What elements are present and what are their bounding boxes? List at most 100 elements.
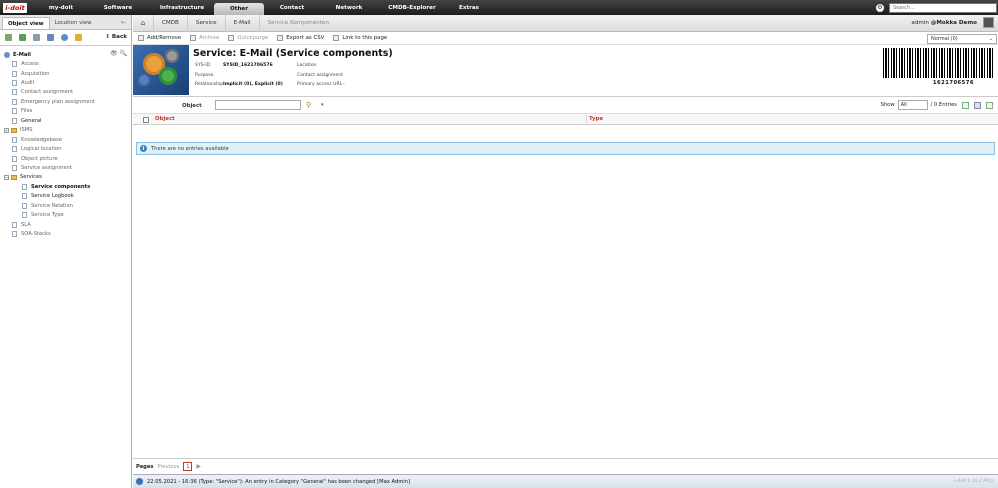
tree-item-knowledgebase[interactable]: Knowledgebase [0,135,131,144]
nav-network[interactable]: Network [320,0,378,15]
export-excel-icon[interactable] [962,101,969,109]
breadcrumb-e-mail[interactable]: E-Mail [224,14,259,32]
previous-link[interactable]: Previous [157,464,179,470]
nav-infrastructure[interactable]: Infrastructure [150,0,214,15]
home-icon[interactable]: ⌂ [133,19,153,27]
tree-item-service-logbook[interactable]: Service Logbook [0,192,131,201]
top-navigation-bar: i-doit my-doit Software Infrastructure Othe… [0,0,998,15]
tree-item-audit[interactable]: Audit [0,78,131,87]
tree-item-access[interactable]: Access [0,59,131,68]
add-remove-button[interactable]: Add/Remove [138,35,181,41]
tree-icon[interactable] [5,34,12,41]
folder-icon [11,127,17,133]
nav-cmdb-explorer[interactable]: CMDB-Explorer [378,0,446,15]
collapse-sidebar-icon[interactable]: ⇤ [121,19,126,26]
action-label: Add/Remove [147,35,182,41]
action-label: Quickpurge [237,35,269,41]
tab-location-view[interactable]: Location view [50,17,97,29]
link-to-this-page-button[interactable]: Link to this page [333,35,387,41]
entries-count: / 0 Entries [930,102,957,108]
next-page-icon[interactable]: ▶ [196,463,201,470]
page-icon [12,61,17,68]
tree-item-service-components[interactable]: Service components [0,182,131,191]
expand-icon[interactable]: + [4,127,9,133]
export-as-csv-button[interactable]: Export as CSV [277,35,324,41]
contact-label: Contact assignment [297,73,344,78]
filter-options-icon[interactable]: ▾ [321,102,324,108]
url-value[interactable]: - [343,82,345,87]
tree-item-sla[interactable]: SLA [0,220,131,229]
breadcrumb-service-komponenten[interactable]: Service Komponenten [258,14,337,32]
page-icon [12,221,17,228]
sysid-value: SYSID_1621706576 [223,63,273,68]
magnifier-icon[interactable]: 🔍 [120,50,127,57]
breadcrumb-service[interactable]: Service [186,14,225,32]
tree-item-emergency-plan-assignment[interactable]: Emergency plan assignment [0,97,131,106]
tree-item-contact-assignment[interactable]: Contact assignment [0,88,131,97]
tree-item-label: General [21,117,42,124]
settings-gear-icon[interactable]: ⚙ [876,3,884,12]
tree-item-object-picture[interactable]: Object picture [0,154,131,163]
list-icon[interactable] [33,34,40,41]
global-search-input[interactable] [889,2,997,13]
tree-item-logical-location[interactable]: Logical location [0,144,131,153]
tree-item-isms[interactable]: + ISMS [0,126,131,135]
nav-extras[interactable]: Extras [446,0,492,15]
avatar[interactable] [983,17,994,28]
nav-software[interactable]: Software [86,0,150,15]
object-picture[interactable] [133,45,189,95]
page-1-button[interactable]: 1 [183,462,193,471]
expand-icon[interactable] [19,34,26,41]
search-icon[interactable]: ⚲ [306,101,311,109]
view-mode-select[interactable]: Normal (0) ⌄ [927,34,997,44]
select-all-checkbox[interactable] [143,117,149,123]
page-icon [12,80,17,87]
nav-other[interactable]: Other [214,3,264,15]
tree-item-label: Service assignment [21,164,72,171]
tab-object-view[interactable]: Object view [2,17,50,29]
page-icon [12,146,17,153]
url-label: Primary access URL [297,82,343,87]
tree-item-general[interactable]: General [0,116,131,125]
main-menu: my-doit Software Infrastructure Other Contac… [36,0,492,15]
show-select[interactable]: All [897,100,928,110]
tree-item-acquisition[interactable]: Acquisition [0,69,131,78]
book-icon[interactable] [47,34,54,41]
tree-item-label: Knowledgebase [21,136,62,143]
export-as-csv-icon [277,35,284,41]
tree-item-service-type[interactable]: Service Type [0,210,131,219]
page-icon [12,136,17,143]
idoit-logo[interactable]: i-doit [0,0,30,15]
quickpurge-button[interactable]: Quickpurge [228,35,268,41]
export-list-icon[interactable] [974,101,981,109]
nav-contact[interactable]: Contact [264,0,320,15]
back-button[interactable]: ⬆ Back [105,34,127,40]
tree-item-label: Contact assignment [21,89,74,96]
eye-icon[interactable]: 👁 [110,50,118,57]
tenant-name[interactable]: @Mokka Demo [931,20,977,26]
export-csv-icon[interactable] [986,101,993,109]
username[interactable]: admin [911,20,929,26]
status-info-icon [136,478,143,485]
breadcrumb-cmdb[interactable]: CMDB [153,14,187,32]
tree-item-services[interactable]: − Services [0,173,131,182]
tree-item-label: Files [21,108,33,115]
archive-button[interactable]: Archive [190,35,219,41]
collapse-icon[interactable]: − [4,174,9,180]
column-type[interactable]: Type [589,116,603,122]
tree-item-service-assignment[interactable]: Service assignment [0,163,131,172]
status-bar: 22.05.2021 - 16:36 (Type: "Service"): An… [133,474,998,488]
sidebar-tabs: Object view Location view ⇤ [0,15,131,30]
object-filter-input[interactable] [215,100,301,110]
tree-item-soa-stacks[interactable]: SOA-Stacks [0,229,131,238]
tree-item-service-relation[interactable]: Service Relation [0,201,131,210]
column-object[interactable]: Object [155,116,175,122]
nav-my-doit[interactable]: my-doit [36,0,86,15]
page-icon [12,164,17,171]
lock-icon[interactable] [75,34,82,41]
table-header: Object Type [133,114,998,125]
empty-notice: i There are no entries available [136,142,995,155]
globe-icon[interactable] [61,34,68,41]
show-label: Show [880,102,895,108]
tree-item-files[interactable]: Files [0,107,131,116]
